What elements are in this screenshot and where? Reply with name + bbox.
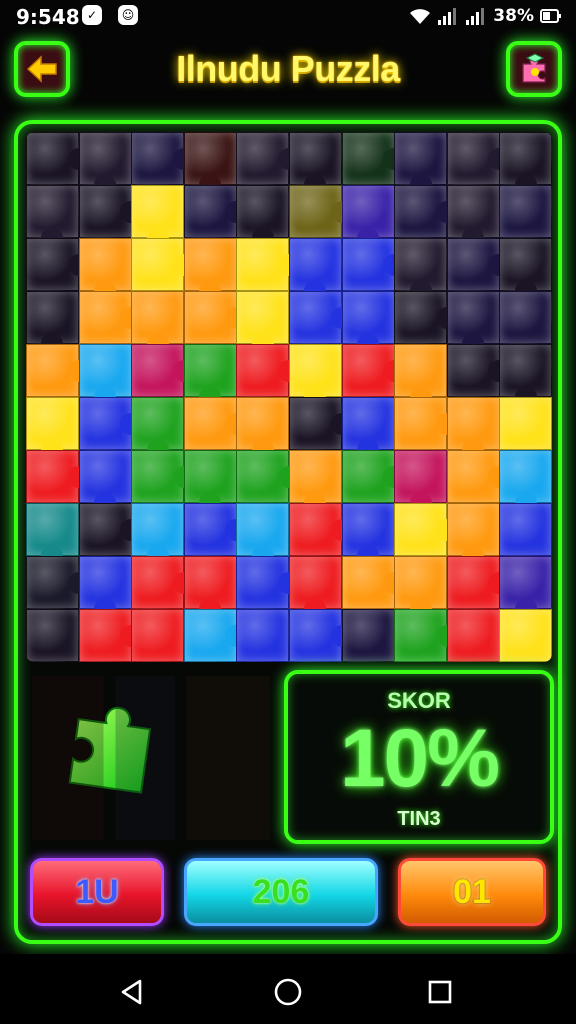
puzzle-piece[interactable] xyxy=(499,397,552,450)
header: Ilnudu Puzzla xyxy=(0,36,576,106)
puzzle-piece[interactable] xyxy=(499,185,552,238)
score-sub-label: TIN3 xyxy=(397,808,441,830)
moves-counter-button[interactable]: 206 xyxy=(184,858,378,926)
left-action-button[interactable]: 1U xyxy=(30,858,164,926)
puzzle-piece[interactable] xyxy=(499,503,552,556)
puzzle-piece[interactable] xyxy=(499,609,552,662)
puzzle-piece[interactable] xyxy=(26,609,79,662)
puzzle-piece[interactable] xyxy=(446,609,500,662)
status-bar: 9:548 ✓ ☺ 38% xyxy=(0,0,576,34)
notification-app-icon: ☺ xyxy=(118,5,138,25)
signal-icon xyxy=(438,8,457,25)
level-button[interactable]: 01 xyxy=(398,858,546,926)
nav-home-button[interactable] xyxy=(268,972,308,1012)
puzzle-hint-icon xyxy=(522,53,546,83)
status-indicators: 38% xyxy=(409,4,562,28)
puzzle-piece[interactable] xyxy=(341,609,395,662)
score-panel: SKOR 10% TIN3 xyxy=(284,670,554,844)
puzzle-piece[interactable] xyxy=(236,609,290,662)
nav-back-button[interactable] xyxy=(112,972,152,1012)
signal-icon xyxy=(466,8,485,25)
hint-button[interactable] xyxy=(506,41,562,97)
navigation-bar xyxy=(0,954,576,1024)
circle-home-icon xyxy=(274,978,302,1006)
square-recent-icon xyxy=(428,980,452,1004)
nav-recent-button[interactable] xyxy=(420,972,460,1012)
notification-app-icon: ✓ xyxy=(82,5,102,25)
game-title: Ilnudu Puzzla xyxy=(176,48,400,89)
battery-icon xyxy=(540,9,561,23)
puzzle-board[interactable] xyxy=(26,132,552,662)
score-label: SKOR xyxy=(387,688,451,713)
tray-shadow-pieces xyxy=(32,676,270,840)
score-value: 10% xyxy=(339,713,500,804)
puzzle-piece[interactable] xyxy=(499,291,552,344)
piece-tray xyxy=(26,668,276,846)
triangle-back-icon xyxy=(121,979,142,1005)
battery-level: 38% xyxy=(493,6,534,26)
puzzle-piece[interactable] xyxy=(131,609,185,662)
wifi-icon xyxy=(410,9,431,24)
status-time: 9:548 xyxy=(16,5,80,29)
